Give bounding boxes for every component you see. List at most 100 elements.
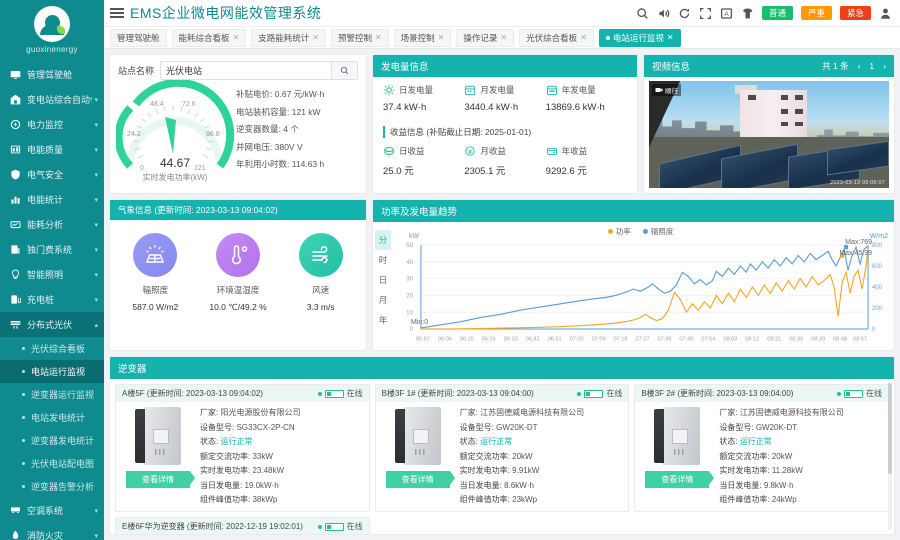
view-detail-button[interactable]: 查看详情 <box>645 471 715 488</box>
tab-station-monitor[interactable]: 电站运行监视 ✕ <box>598 28 681 47</box>
online-switch[interactable] <box>584 389 604 398</box>
video-stream[interactable]: 顺行 2023-03-13 09:05:07 <box>649 81 889 188</box>
tab-energy-dashboard[interactable]: 能耗综合看板 ✕ <box>171 28 247 47</box>
chart-max-irradiance: Max:769 <box>845 239 872 246</box>
menu-toggle-icon[interactable] <box>110 6 124 21</box>
sidebar-item-energy-analysis[interactable]: 能耗分析 ▾ <box>0 212 104 237</box>
prev-page-icon[interactable]: ‹ <box>858 61 861 71</box>
tab-branch-energy-stats[interactable]: 支路能耗统计 ✕ <box>251 28 326 47</box>
chart-svg: 50 40 30 20 10 0 800 600 400 200 0 05:57… <box>406 242 882 343</box>
alarm-badge-normal[interactable]: 普通 <box>761 5 793 21</box>
tab-management-dashboard[interactable]: 管理驾驶舱 <box>110 28 167 47</box>
sidebar-subitem-pv-dashboard[interactable]: 光伏综合看板 <box>0 337 104 360</box>
period-tab-day[interactable]: 日 <box>375 270 391 290</box>
metric-value: 9292.6 元 <box>545 166 587 177</box>
sidebar-item-photovoltaic[interactable]: 分布式光伏 ▴ <box>0 312 104 337</box>
view-detail-button[interactable]: 查看详情 <box>385 471 455 488</box>
close-icon[interactable]: ✕ <box>667 33 674 42</box>
refresh-icon[interactable] <box>678 7 691 20</box>
scrollbar-thumb[interactable] <box>888 383 892 475</box>
period-tab-minute[interactable]: 分 <box>375 230 391 250</box>
inverter-body: 查看详情 厂家: 江苏固德威电源科技有限公司 设备型号: GW20K-DT 状态… <box>376 402 629 511</box>
period-tab-month[interactable]: 月 <box>375 290 391 310</box>
inverter-item[interactable]: E楼6F华为逆变器 (更新时间: 2022-12-19 19:02:01) 在线 <box>115 517 370 534</box>
sidebar-subitem-station-generation[interactable]: 电站发电统计 <box>0 406 104 429</box>
inverter-manufacturer: 厂家: 阳光电源股份有限公司 <box>200 408 301 417</box>
sidebar-item-billing[interactable]: 独门费系统 ▾ <box>0 237 104 262</box>
gauge-needle <box>165 117 176 154</box>
inverter-status-toggle[interactable]: 在线 <box>577 388 622 399</box>
bullet-icon <box>22 485 25 488</box>
close-icon[interactable]: ✕ <box>580 33 587 42</box>
search-input[interactable] <box>161 65 331 76</box>
online-switch[interactable] <box>844 389 864 398</box>
sidebar-subitem-pv-wiring-diagram[interactable]: 光伏电站配电图 <box>0 452 104 475</box>
video-tag-label: 顺行 <box>665 88 678 95</box>
tab-warning-control[interactable]: 预警控制 ✕ <box>330 28 389 47</box>
sound-icon[interactable] <box>657 7 670 20</box>
generation-card-header: 发电量信息 <box>373 55 637 77</box>
sidebar-item-charging-pile[interactable]: 充电桩 ▾ <box>0 287 104 312</box>
search-button[interactable] <box>331 62 357 79</box>
online-switch[interactable] <box>324 522 344 531</box>
svg-text:06:42: 06:42 <box>526 336 540 342</box>
inverter-realtime-power: 实时发电功率: 23.48kW <box>200 466 285 475</box>
close-icon[interactable]: ✕ <box>438 33 445 42</box>
language-icon[interactable]: A <box>720 7 733 20</box>
sidebar-subitem-inverter-monitor[interactable]: 逆变器运行监视 <box>0 383 104 406</box>
close-icon[interactable]: ✕ <box>312 33 319 42</box>
inverter-status-toggle[interactable]: 在线 <box>317 521 363 532</box>
legend-irradiance[interactable]: 辐照度 <box>642 226 673 237</box>
topbar: EMS企业微电网能效管理系统 A 普通 严重 紧急 <box>104 0 900 27</box>
alarm-badge-severe[interactable]: 严重 <box>800 5 832 21</box>
svg-text:20: 20 <box>406 292 413 299</box>
inverter-peak-power: 组件峰值功率: 23kWp <box>459 495 538 504</box>
inverter-name: B楼3F 2# <box>641 389 676 398</box>
online-switch[interactable] <box>324 389 344 398</box>
close-icon[interactable]: ✕ <box>233 33 240 42</box>
sidebar-subitem-station-monitor[interactable]: 电站运行监视 <box>0 360 104 383</box>
sidebar-subitem-inverter-alarm[interactable]: 逆变器告警分析 <box>0 475 104 498</box>
view-detail-button[interactable]: 查看详情 <box>126 471 195 488</box>
fullscreen-icon[interactable] <box>699 7 712 20</box>
close-icon[interactable]: ✕ <box>375 33 382 42</box>
page-number[interactable]: 1 <box>869 61 874 71</box>
inverter-peak-power: 组件峰值功率: 24kWp <box>719 495 797 504</box>
close-icon[interactable]: ✕ <box>500 33 507 42</box>
sidebar-item-substation[interactable]: 变电站综合自动化系统 ▾ <box>0 87 104 112</box>
user-avatar-icon[interactable] <box>879 7 892 20</box>
sidebar-subitem-inverter-generation[interactable]: 逆变器发电统计 <box>0 429 104 452</box>
search-icon[interactable] <box>636 7 649 20</box>
theme-icon[interactable] <box>741 7 754 20</box>
inverter-item[interactable]: A楼5F (更新时间: 2023-03-13 09:04:02) 在线 查看详情… <box>115 384 370 512</box>
svg-text:10: 10 <box>406 309 413 316</box>
station-search-box[interactable] <box>160 61 358 80</box>
next-page-icon[interactable]: › <box>883 61 886 71</box>
sidebar-item-air-conditioner[interactable]: 空调系统 ▾ <box>0 498 104 523</box>
tab-scene-control[interactable]: 场景控制 ✕ <box>393 28 452 47</box>
inverter-item[interactable]: B楼3F 2# (更新时间: 2023-03-13 09:04:00) 在线 查… <box>634 384 890 512</box>
inverter-scrollbar[interactable] <box>888 383 892 530</box>
inverter-status-toggle[interactable]: 在线 <box>837 388 882 399</box>
inverter-item[interactable]: B楼3F 1# (更新时间: 2023-03-13 09:04:00) 在线 查… <box>374 384 630 512</box>
sidebar-item-power-quality[interactable]: 电能质量 ▾ <box>0 137 104 162</box>
sidebar-item-fire[interactable]: 消防火灾 ▾ <box>0 523 104 540</box>
sidebar-item-statistics[interactable]: 电能统计 ▾ <box>0 187 104 212</box>
period-tab-year[interactable]: 年 <box>375 310 391 330</box>
sidebar-subitem-label: 光伏电站配电图 <box>31 459 95 469</box>
tab-operation-log[interactable]: 操作记录 ✕ <box>456 28 515 47</box>
sidebar-item-dashboard[interactable]: 管理驾驶舱 <box>0 62 104 87</box>
metric-yearly-revenue: 年收益 9292.6 元 <box>546 145 627 177</box>
card-title: 发电量信息 <box>381 62 429 73</box>
revenue-metrics: 日收益 25.0 元 月收益 2305.1 元 年收益 9292.6 元 <box>383 145 627 177</box>
metric-yearly-generation: 年发电量 13869.6 kW·h <box>546 84 627 113</box>
alarm-badge-critical[interactable]: 紧急 <box>839 5 871 21</box>
inverter-status-toggle[interactable]: 在线 <box>317 388 363 399</box>
main-area: EMS企业微电网能效管理系统 A 普通 严重 紧急 管理驾驶舱 能耗综合看板 ✕ … <box>104 0 900 540</box>
sidebar-item-power-monitor[interactable]: 电力监控 ▾ <box>0 112 104 137</box>
tab-pv-dashboard[interactable]: 光伏综合看板 ✕ <box>519 28 594 47</box>
sidebar-item-electric-safety[interactable]: 电气安全 ▾ <box>0 162 104 187</box>
legend-power[interactable]: 功率 <box>607 226 631 237</box>
period-tab-hour[interactable]: 时 <box>375 250 391 270</box>
sidebar-item-lighting[interactable]: 智能照明 ▾ <box>0 262 104 287</box>
